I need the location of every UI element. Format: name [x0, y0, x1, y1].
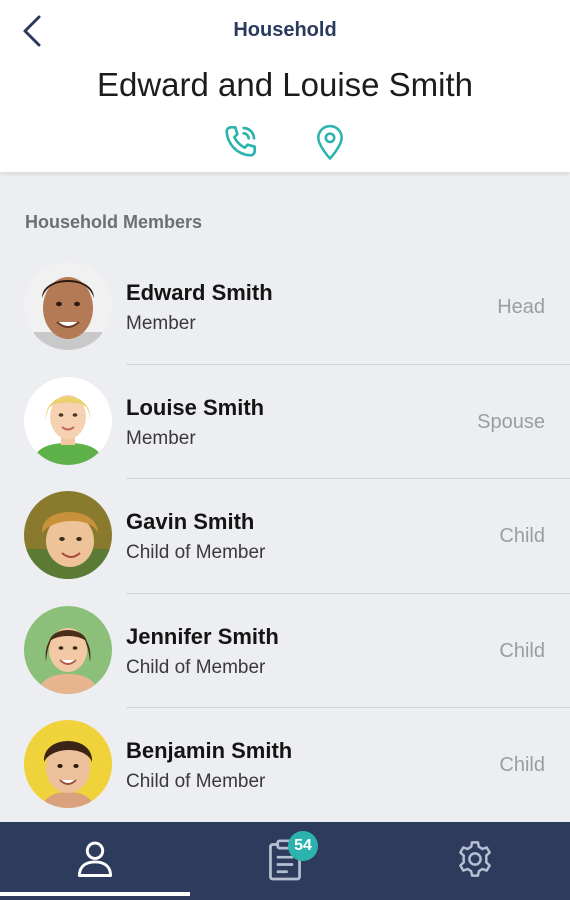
tab-settings[interactable] — [380, 822, 570, 896]
phone-icon — [225, 126, 256, 157]
avatar — [24, 262, 112, 350]
gear-icon — [459, 841, 491, 877]
member-role: Child — [499, 754, 545, 776]
member-role: Child — [499, 639, 545, 662]
member-list: Edward Smith Member Head Louise Smith Me… — [0, 250, 570, 823]
tab-tasks[interactable] — [190, 822, 380, 896]
notification-badge: 54 — [288, 831, 318, 861]
list-item[interactable]: Edward Smith Member Head — [0, 250, 570, 365]
avatar — [24, 605, 112, 694]
person-icon — [77, 841, 113, 877]
location-button[interactable] — [308, 120, 352, 164]
list-item[interactable]: Gavin Smith Child of Member Child — [0, 479, 570, 594]
avatar — [24, 376, 112, 465]
member-type: Member — [126, 427, 196, 449]
tab-profile[interactable] — [0, 822, 190, 896]
member-name: Jennifer Smith — [126, 623, 279, 649]
section-heading: Household Members — [25, 212, 203, 232]
member-name: Gavin Smith — [126, 509, 255, 534]
member-name: Louise Smith — [126, 394, 265, 420]
member-type: Child of Member — [126, 771, 266, 792]
household-name: Edward and Louise Smith — [96, 66, 474, 103]
page-title: Household — [233, 19, 337, 41]
member-type: Child of Member — [126, 656, 266, 678]
tab-bar: 54 — [0, 822, 570, 900]
member-role: Head — [497, 296, 545, 318]
member-name: Edward Smith — [126, 280, 273, 305]
member-type: Child of Member — [126, 542, 266, 563]
member-role: Spouse — [477, 410, 545, 433]
active-tab-indicator — [0, 892, 190, 896]
header: Household Edward and Louise Smith — [0, 0, 570, 172]
member-role: Child — [499, 525, 545, 547]
avatar — [24, 720, 112, 808]
member-type: Member — [126, 313, 196, 334]
location-pin-icon — [317, 124, 343, 160]
list-item[interactable]: Benjamin Smith Child of Member Child — [0, 708, 570, 823]
list-item[interactable]: Jennifer Smith Child of Member Child — [0, 594, 570, 708]
avatar — [24, 491, 112, 579]
member-name: Benjamin Smith — [126, 738, 293, 763]
phone-button[interactable] — [218, 120, 262, 164]
list-item[interactable]: Louise Smith Member Spouse — [0, 365, 570, 479]
